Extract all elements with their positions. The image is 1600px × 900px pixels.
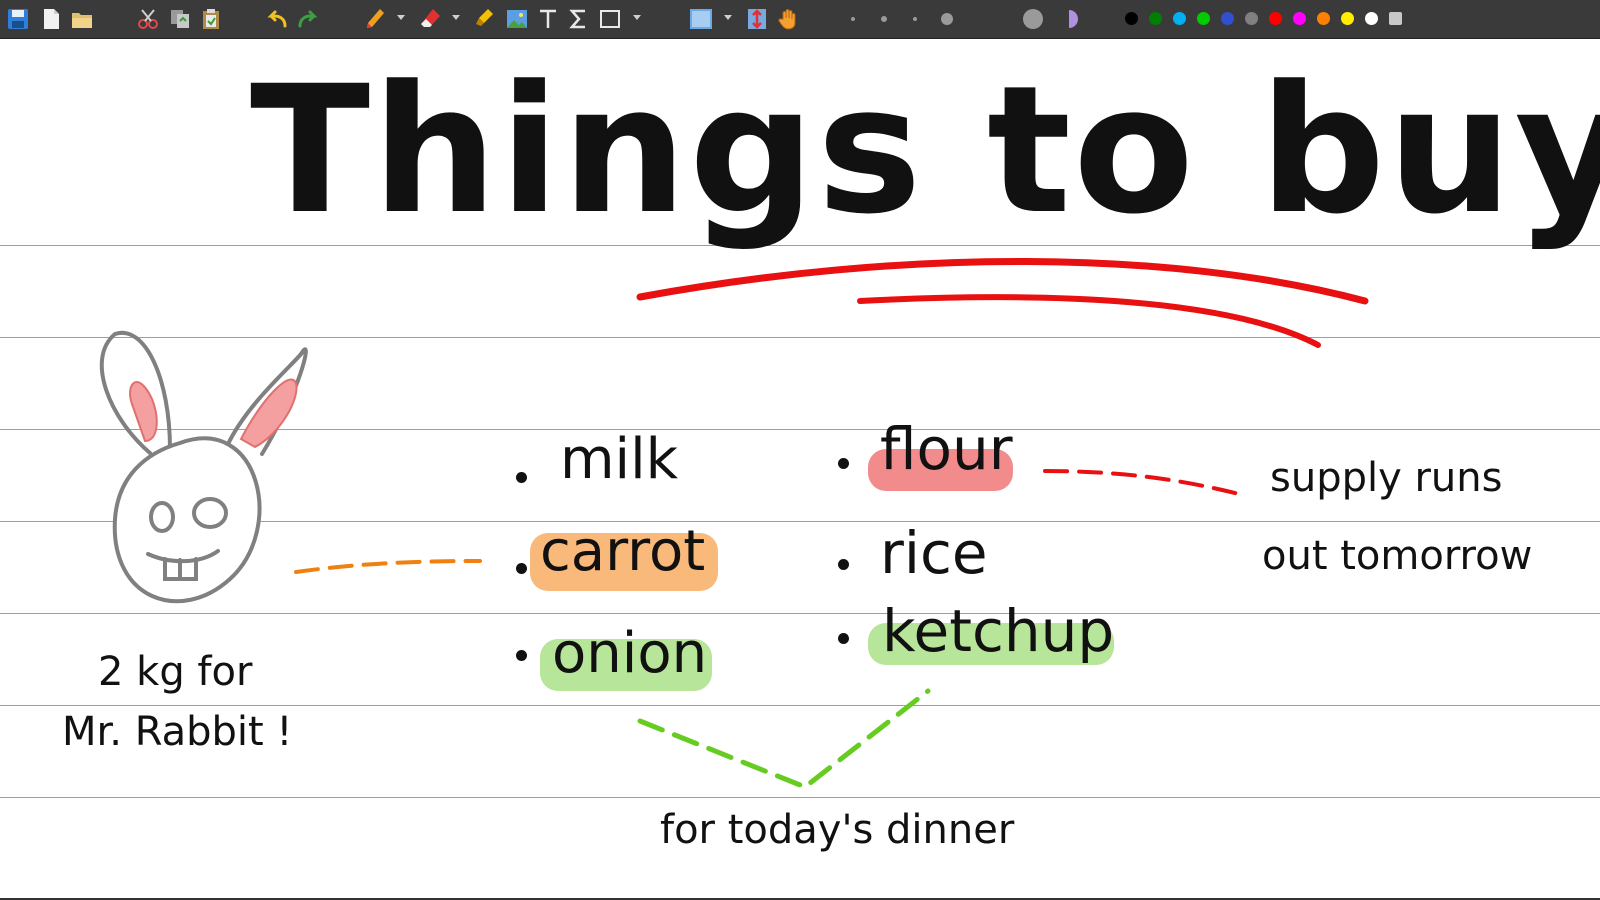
annotation-dinner: for today's dinner — [660, 807, 1015, 853]
pen-size-3[interactable] — [913, 17, 917, 21]
color-swatch[interactable] — [1317, 12, 1330, 25]
annotation-supply-line1: supply runs — [1270, 455, 1503, 501]
color-swatch[interactable] — [1293, 12, 1306, 25]
bullet — [516, 472, 527, 483]
eraser-dropdown[interactable] — [452, 15, 460, 20]
moon-icon[interactable] — [1054, 7, 1078, 31]
text-icon[interactable] — [536, 7, 560, 31]
annotation-rabbit-line1: 2 kg for — [98, 649, 253, 695]
undo-icon[interactable] — [265, 7, 289, 31]
color-swatch[interactable] — [1341, 12, 1354, 25]
select-icon[interactable] — [689, 7, 713, 31]
toolbar — [0, 0, 1600, 39]
pen-size-1[interactable] — [851, 17, 855, 21]
pen-size-2[interactable] — [881, 16, 887, 22]
color-swatch[interactable] — [1125, 12, 1138, 25]
open-folder-icon[interactable] — [70, 7, 94, 31]
redo-icon[interactable] — [296, 7, 320, 31]
dinner-connector — [637, 688, 931, 790]
hand-icon[interactable] — [777, 7, 801, 31]
rabbit-drawing — [99, 330, 308, 604]
eraser-icon[interactable] — [419, 7, 443, 31]
annotation-supply-line2: out tomorrow — [1262, 533, 1533, 579]
color-swatch[interactable] — [1269, 12, 1282, 25]
color-swatch[interactable] — [1197, 12, 1210, 25]
color-swatch[interactable] — [1365, 12, 1378, 25]
pen-icon[interactable] — [364, 7, 388, 31]
shape-icon[interactable] — [598, 7, 622, 31]
list-item-ketchup: ketchup — [882, 597, 1115, 665]
bullet — [516, 650, 527, 661]
list-item-carrot: carrot — [540, 519, 706, 584]
color-swatch[interactable] — [1149, 12, 1162, 25]
list-item-milk: milk — [560, 427, 679, 492]
list-item-onion: onion — [552, 621, 708, 686]
image-icon[interactable] — [505, 7, 529, 31]
carrot-connector — [294, 559, 482, 574]
list-item-rice: rice — [880, 519, 988, 587]
pen-size-4[interactable] — [941, 13, 953, 25]
list-item-flour: flour — [880, 415, 1013, 483]
notebook-canvas[interactable]: Things to buy milk carrot onion flour ri… — [0, 39, 1600, 900]
new-page-icon[interactable] — [39, 7, 63, 31]
title-underline-2 — [857, 294, 1321, 348]
save-icon[interactable] — [6, 7, 30, 31]
copy-icon[interactable] — [168, 7, 192, 31]
color-swatch[interactable] — [1389, 12, 1402, 25]
bullet — [838, 559, 849, 570]
annotation-rabbit-line2: Mr. Rabbit ! — [62, 709, 293, 755]
paste-icon[interactable] — [199, 7, 223, 31]
pen-size-5[interactable] — [1023, 9, 1043, 29]
pen-dropdown[interactable] — [397, 15, 405, 20]
cut-icon[interactable] — [136, 7, 160, 31]
select-dropdown[interactable] — [724, 15, 732, 20]
bullet — [838, 458, 849, 469]
highlighter-icon[interactable] — [473, 7, 497, 31]
shape-dropdown[interactable] — [633, 15, 641, 20]
flour-connector — [1043, 469, 1245, 497]
vertical-space-icon[interactable] — [745, 7, 769, 31]
color-swatch[interactable] — [1221, 12, 1234, 25]
bullet — [516, 563, 527, 574]
bullet — [838, 633, 849, 644]
formula-icon[interactable] — [567, 7, 591, 31]
color-swatch[interactable] — [1173, 12, 1186, 25]
color-swatch[interactable] — [1245, 12, 1258, 25]
